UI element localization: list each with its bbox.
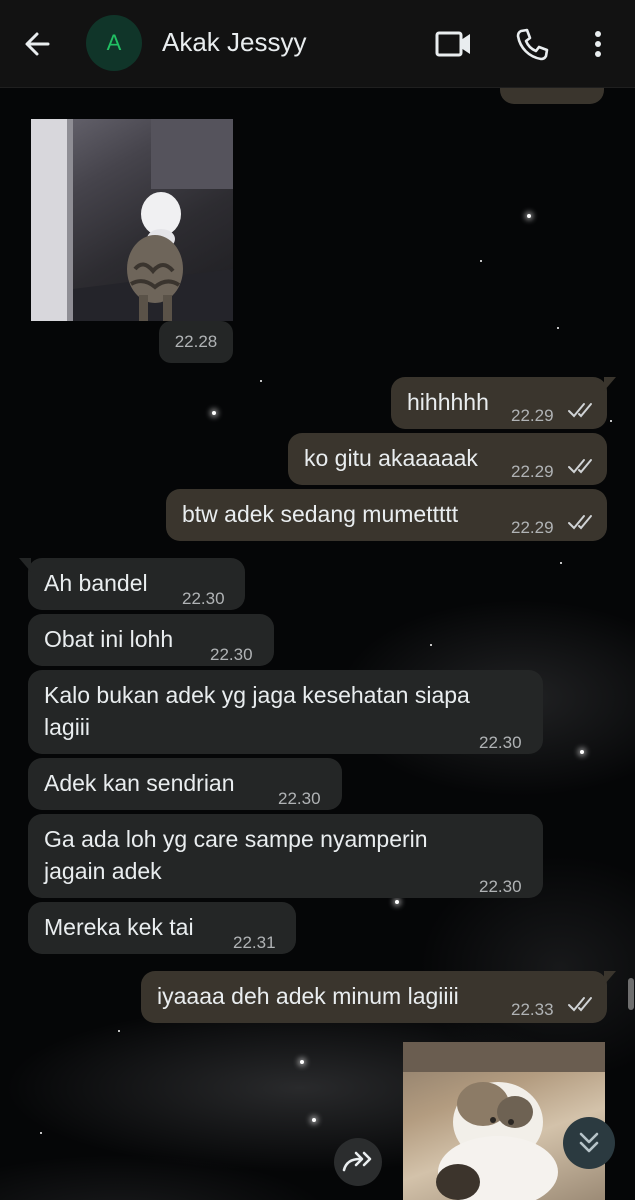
message-time: 22.30 — [479, 733, 522, 752]
incoming-message[interactable]: Obat ini lohh 22.30 — [28, 614, 274, 666]
star-decoration — [40, 1132, 42, 1134]
back-button[interactable] — [18, 24, 58, 64]
incoming-message[interactable]: Adek kan sendrian 22.30 — [28, 758, 342, 810]
bubble-tail — [604, 971, 616, 985]
double-check-icon — [568, 459, 592, 474]
arrow-left-icon — [25, 32, 50, 56]
scrollbar-thumb[interactable] — [628, 978, 634, 1010]
message-time: 22.30 — [210, 645, 253, 664]
star-decoration — [580, 750, 584, 754]
outgoing-message[interactable]: hihhhhh 22.29 — [391, 377, 616, 429]
message-text: ko gitu akaaaaak — [304, 445, 478, 471]
incoming-message[interactable]: Mereka kek tai 22.31 — [28, 902, 296, 954]
message-time: 22.30 — [278, 789, 321, 808]
double-check-icon — [568, 403, 592, 418]
star-decoration — [212, 411, 216, 415]
message-time: 22.29 — [511, 406, 554, 425]
outgoing-message[interactable]: btw adek sedang mumettttt 22.29 — [166, 489, 607, 541]
star-decoration — [560, 562, 562, 564]
message-text-line: Kalo bukan adek yg jaga kesehatan siapa — [44, 682, 470, 708]
scroll-to-bottom-button[interactable] — [563, 1117, 615, 1169]
star-decoration — [557, 327, 559, 329]
double-chevron-down-icon — [579, 1132, 599, 1153]
message-text: Adek kan sendrian — [44, 770, 235, 796]
double-check-icon — [568, 515, 592, 530]
outgoing-message[interactable]: iyaaaa deh adek minum lagiiii 22.33 — [141, 971, 616, 1023]
message-time: 22.29 — [511, 462, 554, 481]
star-decoration — [300, 1060, 304, 1064]
video-call-button[interactable] — [434, 26, 474, 62]
message-time: 22.29 — [511, 518, 554, 537]
star-decoration — [395, 900, 399, 904]
message-time: 22.28 — [159, 321, 233, 363]
message-text: iyaaaa deh adek minum lagiiii — [157, 983, 459, 1009]
phone-icon — [516, 28, 549, 61]
message-time: 22.30 — [182, 589, 225, 608]
star-decoration — [118, 1030, 120, 1032]
star-decoration — [480, 260, 482, 262]
message-text: Obat ini lohh — [44, 626, 174, 652]
message-text-line: jagain adek — [44, 858, 162, 884]
star-decoration — [312, 1118, 316, 1122]
voice-call-button[interactable] — [512, 24, 552, 64]
message-text-line: Ga ada loh yg care sampe nyamperin — [44, 826, 428, 852]
message-text: btw adek sedang mumettttt — [182, 501, 459, 527]
star-decoration — [430, 644, 432, 646]
incoming-message[interactable]: Ga ada loh yg care sampe nyamperin jagai… — [28, 814, 543, 898]
forward-arrows-icon — [342, 1151, 372, 1172]
video-camera-icon — [435, 31, 470, 57]
more-options-button[interactable] — [586, 24, 610, 64]
star-decoration — [610, 420, 612, 422]
more-vertical-icon — [595, 31, 601, 57]
message-text: Mereka kek tai — [44, 914, 194, 940]
bubble-tail — [19, 558, 31, 572]
star-decoration — [527, 214, 531, 218]
message-text-line: lagiii — [44, 714, 91, 740]
incoming-message[interactable]: Ah bandel 22.30 — [19, 558, 245, 610]
forward-button[interactable] — [334, 1138, 382, 1186]
incoming-message[interactable]: Kalo bukan adek yg jaga kesehatan siapa … — [28, 670, 543, 754]
bubble-tail — [604, 377, 616, 391]
message-time: 22.31 — [233, 933, 276, 952]
chat-header: A Akak Jessyy — [0, 0, 635, 88]
message-text: Ah bandel — [44, 570, 148, 596]
cat-photo — [31, 119, 233, 321]
star-decoration — [260, 380, 262, 382]
message-text: hihhhhh — [407, 389, 489, 415]
image-message[interactable] — [31, 119, 233, 321]
double-check-icon — [568, 997, 592, 1012]
contact-name[interactable]: Akak Jessyy — [162, 27, 307, 58]
message-time: 22.30 — [479, 877, 522, 896]
outgoing-message[interactable]: ko gitu akaaaaak 22.29 — [288, 433, 607, 485]
avatar[interactable]: A — [86, 15, 142, 71]
message-time: 22.33 — [511, 1000, 554, 1019]
